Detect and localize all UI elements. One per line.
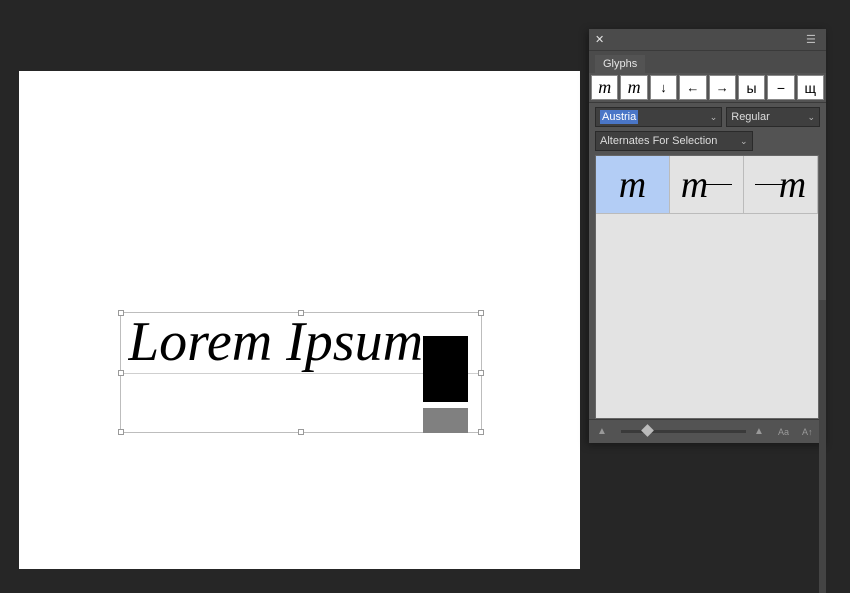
panel-footer: ▲ ▲ Aa A↑ xyxy=(589,419,826,443)
recent-glyphs-row: m m ↓ ← → ы − щ xyxy=(589,73,826,103)
glyph-cell[interactable]: m xyxy=(744,156,818,214)
font-weight-value: Regular xyxy=(731,111,770,123)
recent-glyph-arrow-left[interactable]: ← xyxy=(679,75,706,100)
slider-knob[interactable] xyxy=(641,424,654,437)
handle-bot-left[interactable] xyxy=(118,429,124,435)
font-family-select[interactable]: Austria ⌄ xyxy=(595,107,722,127)
text-caret-area xyxy=(423,408,468,433)
glyph-cell-empty xyxy=(596,272,818,330)
handle-bot-right[interactable] xyxy=(478,429,484,435)
handle-mid-right[interactable] xyxy=(478,370,484,376)
glyph-cell-empty xyxy=(596,388,818,418)
chevron-down-icon: ⌄ xyxy=(807,112,815,123)
zoom-slider[interactable] xyxy=(621,430,746,433)
zoom-in-icon[interactable]: ▲ xyxy=(754,426,770,437)
handle-top-right[interactable] xyxy=(478,310,484,316)
artboard: Lorem Ipsum xyxy=(19,71,580,569)
script-text-svg: Lorem Ipsum xyxy=(128,310,468,380)
recent-glyph-arrow-down[interactable]: ↓ xyxy=(650,75,677,100)
glyph-cell[interactable]: m xyxy=(596,156,670,214)
glyph-cell-empty xyxy=(596,330,818,388)
handle-top-left[interactable] xyxy=(118,310,124,316)
text-content[interactable]: Lorem Ipsum xyxy=(128,310,468,385)
chevron-down-icon: ⌄ xyxy=(710,112,718,123)
glyph-grid: m m m xyxy=(595,155,819,419)
panel-header[interactable]: ✕ ☰ xyxy=(589,29,826,51)
glyph-cell[interactable]: m xyxy=(670,156,744,214)
chevron-down-icon: ⌄ xyxy=(740,136,748,147)
font-preview-icon[interactable]: Aa xyxy=(778,427,794,437)
font-increase-icon[interactable]: A↑ xyxy=(802,427,818,437)
glyph-subset-value: Alternates For Selection xyxy=(600,135,717,147)
recent-glyph[interactable]: m xyxy=(591,75,618,100)
glyphs-panel: ✕ ☰ Glyphs m m ↓ ← → ы − щ Austria ⌄ Reg… xyxy=(589,29,826,443)
handle-mid-left[interactable] xyxy=(118,370,124,376)
recent-glyph[interactable]: m xyxy=(620,75,647,100)
text-frame[interactable]: Lorem Ipsum xyxy=(120,312,482,433)
recent-glyph-arrow-right[interactable]: → xyxy=(709,75,736,100)
glyph-subset-select[interactable]: Alternates For Selection ⌄ xyxy=(595,131,753,151)
recent-glyph[interactable]: − xyxy=(767,75,794,100)
tab-glyphs[interactable]: Glyphs xyxy=(595,55,645,73)
scrollbar-vertical[interactable] xyxy=(819,300,826,593)
panel-controls: Austria ⌄ Regular ⌄ Alternates For Selec… xyxy=(589,103,826,155)
recent-glyph[interactable]: ы xyxy=(738,75,765,100)
panel-menu-icon[interactable]: ☰ xyxy=(806,33,820,46)
glyph-cell-empty xyxy=(596,214,818,272)
font-family-value: Austria xyxy=(600,110,638,124)
panel-tabs: Glyphs xyxy=(589,51,826,73)
handle-bot-mid[interactable] xyxy=(298,429,304,435)
svg-text:Lorem Ipsum: Lorem Ipsum xyxy=(128,311,423,373)
font-weight-select[interactable]: Regular ⌄ xyxy=(726,107,820,127)
recent-glyph[interactable]: щ xyxy=(797,75,824,100)
close-icon[interactable]: ✕ xyxy=(595,33,607,46)
zoom-out-icon[interactable]: ▲ xyxy=(597,426,613,437)
